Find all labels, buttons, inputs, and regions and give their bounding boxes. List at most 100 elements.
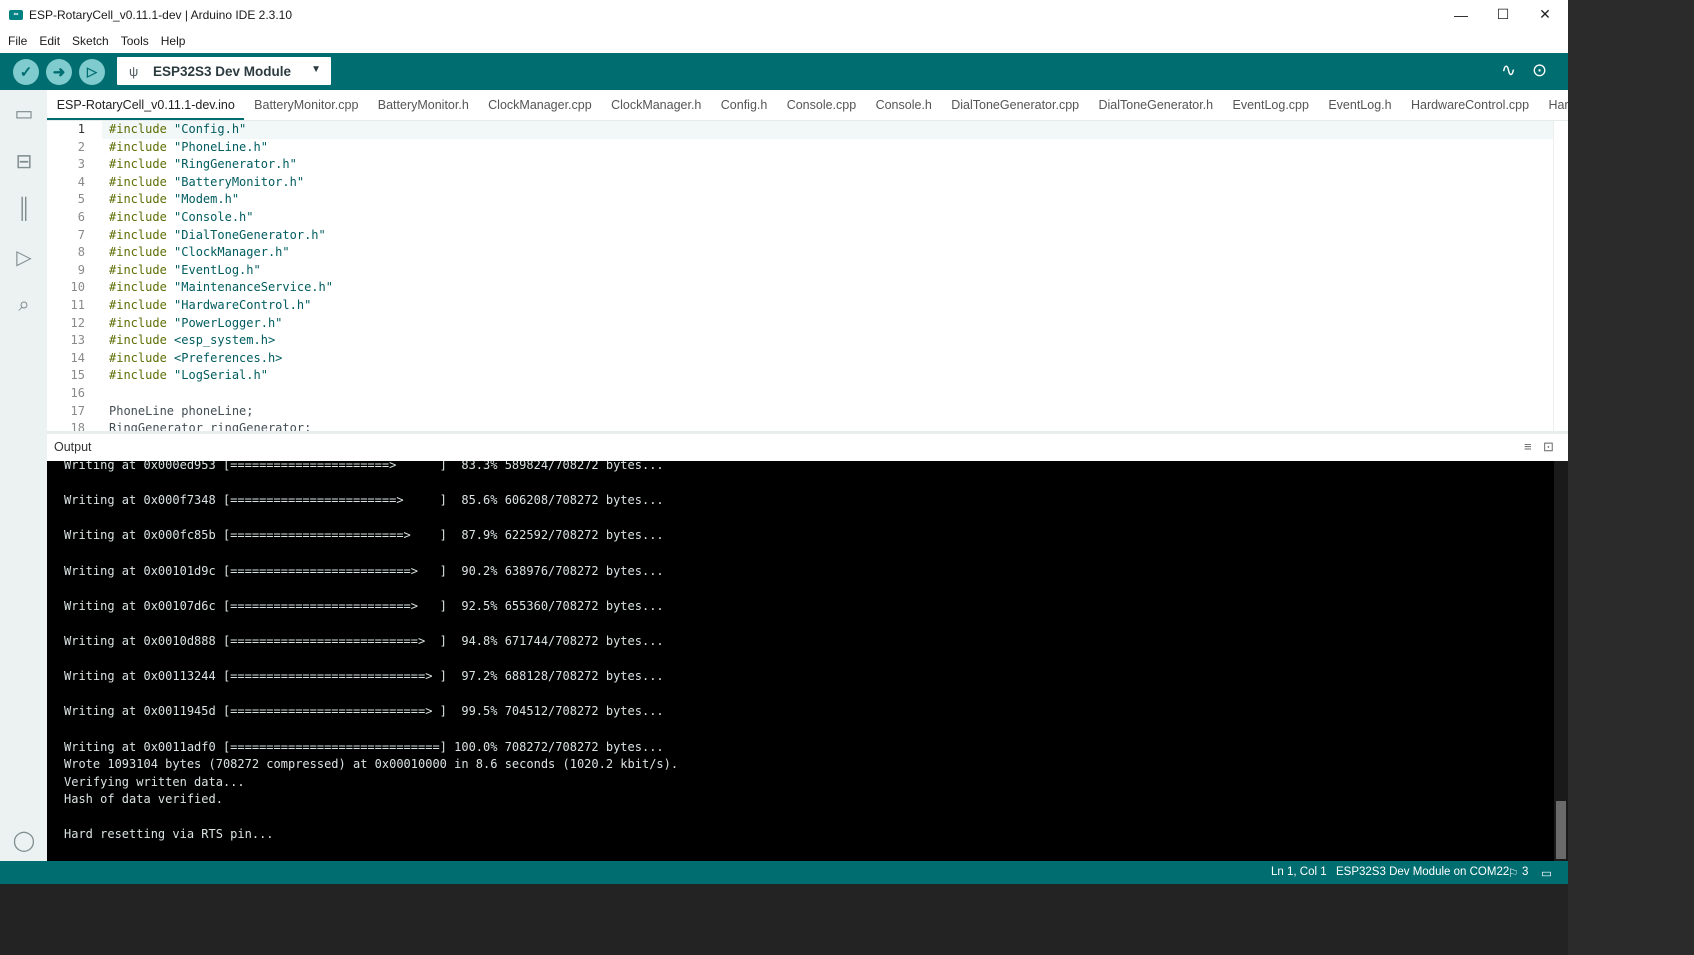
code-line: 17 PhoneLine phoneLine; xyxy=(47,403,1568,421)
library-icon[interactable]: ║ xyxy=(11,196,37,222)
usb-icon: ψ xyxy=(129,63,139,79)
line-number: 9 xyxy=(77,262,85,277)
notification-count[interactable]: 3 xyxy=(1522,866,1528,878)
monitor-icon[interactable]: ⊙ xyxy=(1532,60,1547,81)
arrow-right-icon: ➜ xyxy=(52,64,66,81)
code-statement: RingGenerator ringGenerator; xyxy=(109,421,312,431)
code-text: #include "EventLog.h" xyxy=(109,262,261,280)
board-port-status[interactable]: ESP32S3 Dev Module on COM22 xyxy=(1336,866,1509,878)
include-path: "RingGenerator.h" xyxy=(166,157,297,172)
console-scrollbar[interactable] xyxy=(1554,461,1568,861)
preprocessor-keyword: #include xyxy=(109,139,167,154)
line-number: 8 xyxy=(77,245,85,260)
code-text: #include "RingGenerator.h" xyxy=(109,156,297,174)
code-text: #include "BatteryMonitor.h" xyxy=(109,174,304,192)
output-console[interactable]: Writing at 0x000ed953 [=================… xyxy=(47,461,1554,861)
menu-help[interactable]: Help xyxy=(157,34,190,48)
preprocessor-keyword: #include xyxy=(109,262,167,277)
code-editor[interactable]: 1 #include "Config.h" 2 #include "PhoneLine… xyxy=(47,121,1568,431)
maximize-button[interactable]: ☐ xyxy=(1482,0,1524,29)
code-statement: PhoneLine phoneLine; xyxy=(109,403,254,418)
arduino-ide-window: ∞ ESP-RotaryCell_v0.11.1-dev | Arduino I… xyxy=(0,0,1568,884)
panel-icon[interactable]: ▭ xyxy=(1541,866,1552,880)
console-line: Writing at 0x00101d9c [=================… xyxy=(64,563,664,578)
line-number: 11 xyxy=(70,297,85,312)
folder-icon[interactable]: ▭ xyxy=(11,100,37,126)
debug-button[interactable]: ▷ xyxy=(79,59,105,85)
menu-tools[interactable]: Tools xyxy=(117,34,153,48)
search-icon[interactable]: ⌕ xyxy=(11,292,37,318)
code-lines: 1 #include "Config.h" 2 #include "PhoneLine… xyxy=(47,121,1568,431)
code-text: #include "LogSerial.h" xyxy=(109,367,268,385)
tab-clockmanager-cpp[interactable]: ClockManager.cpp xyxy=(478,90,601,120)
lock-icon[interactable]: ⊡ xyxy=(1543,439,1554,455)
line-number: 5 xyxy=(77,192,85,207)
desktop-background xyxy=(1568,0,1694,955)
console-scroll-thumb[interactable] xyxy=(1556,801,1566,859)
menu-sketch[interactable]: Sketch xyxy=(68,34,113,48)
line-number: 16 xyxy=(70,385,85,400)
console-line: Writing at 0x000fc85b [=================… xyxy=(64,528,664,543)
check-icon: ✓ xyxy=(19,64,33,81)
console-line: Hash of data verified. xyxy=(64,792,223,807)
tab-batterymonitor-cpp[interactable]: BatteryMonitor.cpp xyxy=(244,90,368,120)
cursor-position[interactable]: Ln 1, Col 1 xyxy=(1271,866,1327,878)
tab-sketch-ino[interactable]: ESP-RotaryCell_v0.11.1-dev.ino xyxy=(47,90,245,120)
close-button[interactable]: ✕ xyxy=(1524,0,1566,29)
preprocessor-keyword: #include xyxy=(109,122,167,136)
upload-button[interactable]: ➜ xyxy=(46,59,72,85)
menu-edit[interactable]: Edit xyxy=(35,34,64,48)
menu-file[interactable]: File xyxy=(4,34,31,48)
tab-batterymonitor-h[interactable]: BatteryMonitor.h xyxy=(368,90,478,120)
code-text: #include "DialToneGenerator.h" xyxy=(109,227,326,245)
console-line: Writing at 0x000ed953 [=================… xyxy=(64,461,664,472)
tab-console-cpp[interactable]: Console.cpp xyxy=(777,90,866,120)
account-icon[interactable]: ◯ xyxy=(11,827,37,853)
console-line: Writing at 0x000f7348 [=================… xyxy=(64,493,664,508)
clear-list-icon[interactable]: ≡ xyxy=(1524,439,1532,454)
board-selector[interactable]: ψ ESP32S3 Dev Module ▼ xyxy=(117,57,331,85)
code-line: 6 #include "Console.h" xyxy=(47,209,1568,227)
bell-icon[interactable]: ⚐ xyxy=(1508,866,1518,880)
line-number: 15 xyxy=(70,368,85,383)
tab-clockmanager-h[interactable]: ClockManager.h xyxy=(601,90,711,120)
tab-console-h[interactable]: Console.h xyxy=(866,90,942,120)
line-number: 10 xyxy=(70,280,85,295)
line-number: 13 xyxy=(70,333,85,348)
tab-config-h[interactable]: Config.h xyxy=(711,90,777,120)
console-line: Wrote 1093104 bytes (708272 compressed) … xyxy=(64,757,679,772)
console-lines: Writing at 0x000ed953 [=================… xyxy=(47,461,1554,844)
code-line: 11 #include "HardwareControl.h" xyxy=(47,297,1568,315)
tab-hardwarecontrol-cpp[interactable]: HardwareControl.cpp xyxy=(1401,90,1538,120)
line-number: 6 xyxy=(77,209,85,224)
editor-scrollbar[interactable] xyxy=(1553,121,1568,431)
line-number: 18 xyxy=(70,421,85,431)
verify-button[interactable]: ✓ xyxy=(13,59,39,85)
debug-icon[interactable]: ▷ xyxy=(11,244,37,270)
arduino-icon: ∞ xyxy=(9,9,23,20)
code-line: 15 #include "LogSerial.h" xyxy=(47,367,1568,385)
code-text: #include "HardwareControl.h" xyxy=(109,297,311,315)
code-text: RingGenerator ringGenerator; xyxy=(109,420,311,431)
code-text: #include "PowerLogger.h" xyxy=(109,315,282,333)
console-line: Writing at 0x0011adf0 [=================… xyxy=(64,739,664,754)
line-number: 17 xyxy=(70,403,85,418)
board-name: ESP32S3 Dev Module xyxy=(153,63,292,79)
tab-overflow[interactable]: HardwareC••• xyxy=(1539,90,1568,120)
minimize-button[interactable]: — xyxy=(1440,0,1482,29)
tab-eventlog-cpp[interactable]: EventLog.cpp xyxy=(1223,90,1319,120)
include-path: <Preferences.h> xyxy=(166,350,283,365)
tab-eventlog-h[interactable]: EventLog.h xyxy=(1319,90,1402,120)
tab-dialtonegenerator-cpp[interactable]: DialToneGenerator.cpp xyxy=(942,90,1089,120)
board-icon[interactable]: ⊟ xyxy=(11,148,37,174)
plotter-icon[interactable]: ∿ xyxy=(1501,60,1516,81)
include-path: "PhoneLine.h" xyxy=(166,139,268,154)
preprocessor-keyword: #include xyxy=(109,315,167,330)
tab-dialtonegenerator-h[interactable]: DialToneGenerator.h xyxy=(1089,90,1223,120)
code-line: 2 #include "PhoneLine.h" xyxy=(47,139,1568,157)
code-line: 18 RingGenerator ringGenerator; xyxy=(47,420,1568,431)
